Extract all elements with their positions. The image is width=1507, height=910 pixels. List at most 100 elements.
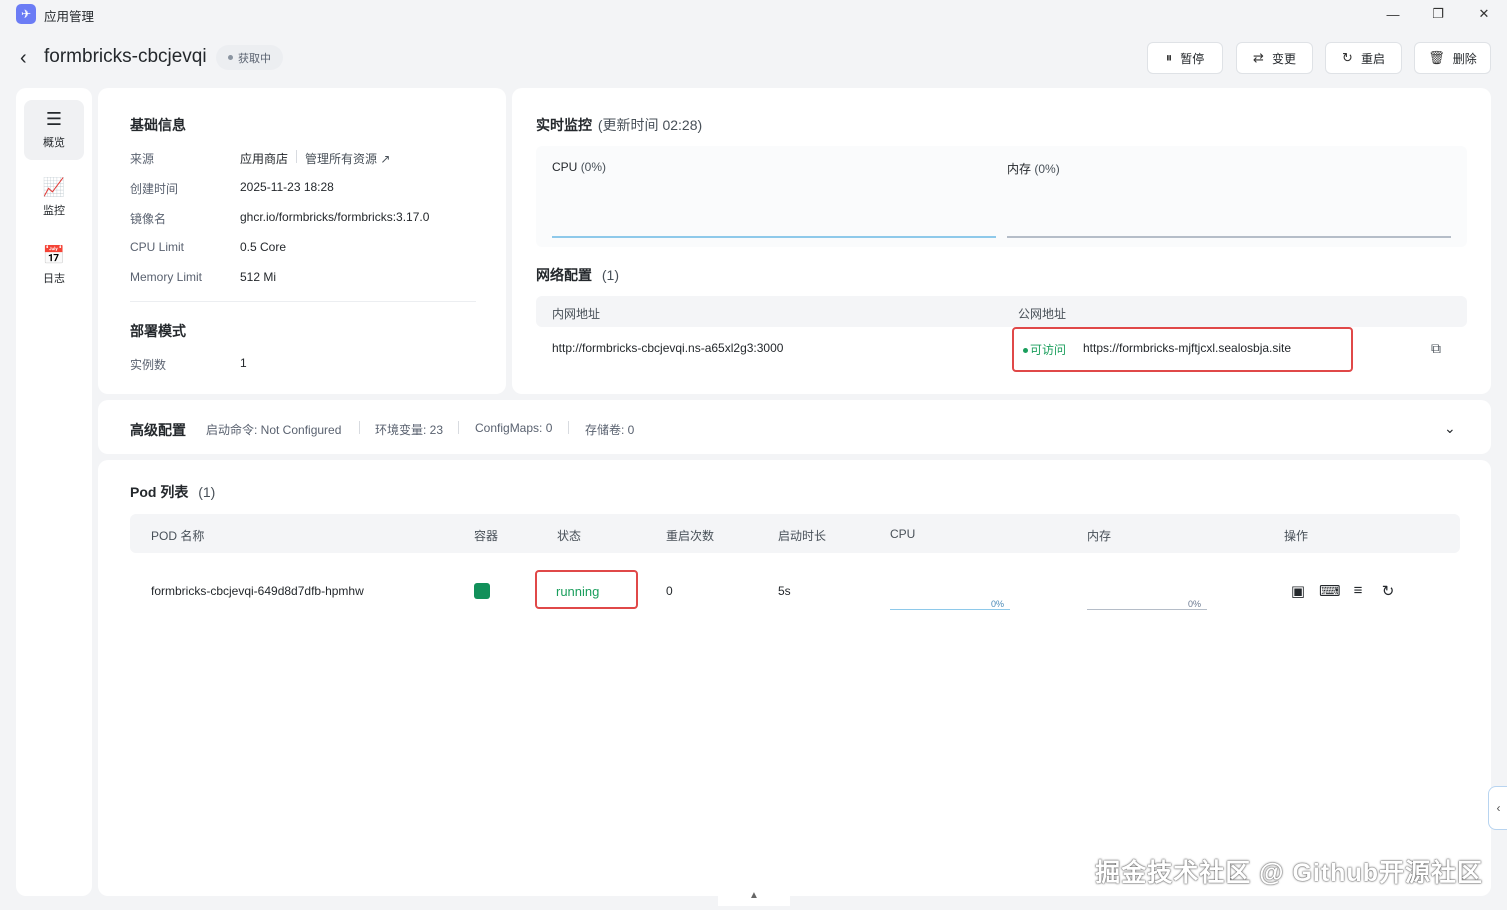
close-icon[interactable]: ✕: [1472, 4, 1496, 24]
env-vars-info: 环境变量: 23: [375, 423, 444, 437]
collapse-up-icon[interactable]: ▲: [718, 884, 790, 906]
internal-address-header: 内网地址: [552, 307, 601, 321]
created-label: 创建时间: [130, 182, 179, 196]
monitor-title-text: 实时监控: [536, 117, 592, 133]
column-header: CPU: [890, 527, 916, 541]
app-logo-icon: ✈: [16, 4, 36, 24]
pod-restarts: 0: [666, 584, 673, 598]
memory-limit-label: Memory Limit: [130, 270, 203, 284]
delete-label: 删除: [1452, 51, 1477, 66]
divider: [296, 150, 297, 163]
sidebar-item-overview[interactable]: ☰ 概览: [24, 100, 84, 160]
sidebar: ☰ 概览 📈 监控 📅 日志: [16, 88, 92, 896]
swap-icon: ⇄: [1253, 50, 1264, 65]
restart-label: 重启: [1360, 51, 1385, 66]
memory-limit-value: 512 Mi: [240, 270, 277, 284]
column-header: POD 名称: [151, 529, 205, 543]
back-arrow-icon[interactable]: ‹: [20, 47, 27, 70]
trash-icon: 🗑: [1428, 50, 1445, 65]
mem-chart-label-text: 内存: [1007, 162, 1032, 176]
cpu-chart-line: [552, 236, 996, 238]
pod-mem-value: 0%: [1188, 599, 1202, 609]
pod-cpu-value: 0%: [991, 599, 1005, 609]
internal-address-value[interactable]: http://formbricks-cbcjevqi.ns-a65xl2g3:3…: [552, 341, 783, 355]
status-dot-icon: [228, 55, 233, 60]
column-header: 内存: [1087, 529, 1112, 543]
created-value: 2025-11-23 18:28: [240, 180, 334, 194]
side-panel-toggle-icon[interactable]: ‹: [1488, 786, 1507, 830]
cpu-limit-value: 0.5 Core: [240, 240, 287, 254]
public-status-text: 可访问: [1030, 343, 1067, 357]
list-icon[interactable]: ≡: [1349, 582, 1367, 599]
terminal-icon[interactable]: ⌨: [1319, 582, 1341, 600]
network-table-header: [536, 296, 1467, 327]
sidebar-item-monitor[interactable]: 📈 监控: [24, 168, 84, 228]
restart-button[interactable]: ↻ 重启: [1325, 42, 1402, 74]
change-button[interactable]: ⇄ 变更: [1236, 42, 1313, 74]
source-label: 来源: [130, 152, 155, 166]
status-text: 获取中: [238, 52, 271, 65]
network-title-text: 网络配置: [536, 267, 592, 283]
log-icon: 📅: [42, 245, 66, 265]
pod-list-title-text: Pod 列表: [130, 484, 189, 500]
chevron-down-icon[interactable]: ⌄: [1444, 420, 1456, 437]
instances-value: 1: [240, 356, 247, 370]
pod-name: formbricks-cbcjevqi-649d8d7dfb-hpmhw: [151, 584, 364, 598]
column-header: 操作: [1284, 529, 1309, 543]
app-name-title: formbricks-cbcjevqi: [44, 46, 207, 67]
image-value: ghcr.io/formbricks/formbricks:3.17.0: [240, 210, 430, 224]
source-value: 应用商店: [240, 152, 289, 166]
watermark-text: 掘金技术社区 @ Github开源社区: [1095, 859, 1483, 887]
public-status-badge: 可访问: [1023, 341, 1066, 358]
divider: [458, 421, 459, 434]
pod-cpu-line: [890, 609, 1010, 610]
pod-uptime: 5s: [778, 584, 791, 598]
divider: [359, 421, 360, 434]
column-header: 重启次数: [666, 529, 715, 543]
restart-icon: ↻: [1342, 50, 1353, 65]
pod-list-title: Pod 列表 (1): [130, 482, 215, 502]
container-status-icon[interactable]: [474, 583, 490, 599]
cpu-chart-label: CPU (0%): [552, 160, 606, 174]
pause-button[interactable]: ⏸ 暂停: [1147, 42, 1223, 74]
mem-chart-value: (0%): [1034, 162, 1060, 176]
public-address-link[interactable]: https://formbricks-mjftjcxl.sealosbja.si…: [1083, 341, 1291, 355]
deploy-mode-title: 部署模式: [130, 323, 186, 339]
network-title: 网络配置 (1): [536, 265, 619, 285]
monitor-chart-area: [536, 146, 1467, 247]
sidebar-item-label: 概览: [43, 137, 65, 149]
cpu-limit-label: CPU Limit: [130, 240, 185, 254]
pod-mem-line: [1087, 609, 1207, 610]
monitor-update-time: (更新时间 02:28): [597, 117, 703, 133]
mem-chart-label: 内存 (0%): [1007, 160, 1060, 177]
instances-label: 实例数: [130, 358, 167, 372]
restore-icon[interactable]: ❐: [1426, 4, 1450, 24]
change-label: 变更: [1271, 51, 1296, 66]
minimize-icon[interactable]: —: [1381, 4, 1405, 24]
copy-icon[interactable]: ⧉: [1431, 340, 1441, 357]
pod-count: (1): [198, 484, 216, 500]
monitor-title: 实时监控 (更新时间 02:28): [536, 115, 702, 135]
pause-icon: ⏸: [1165, 50, 1173, 65]
restart-icon[interactable]: ↻: [1379, 582, 1397, 600]
storage-info: 存储卷: 0: [585, 423, 635, 437]
basic-info-title: 基础信息: [130, 117, 186, 133]
sidebar-item-label: 监控: [43, 205, 65, 217]
pause-label: 暂停: [1180, 51, 1205, 66]
cpu-chart-value: (0%): [580, 160, 607, 174]
column-header: 容器: [474, 529, 499, 543]
status-badge: 获取中: [216, 45, 283, 70]
start-command-info: 启动命令: Not Configured: [206, 423, 342, 437]
manage-resources-link[interactable]: 管理所有资源 ↗: [305, 150, 390, 167]
advanced-config-title: 高级配置: [130, 422, 186, 438]
image-label: 镜像名: [130, 212, 167, 226]
sidebar-item-logs[interactable]: 📅 日志: [24, 236, 84, 296]
divider: [568, 421, 569, 434]
mem-chart-line: [1007, 236, 1451, 238]
public-address-header: 公网地址: [1018, 307, 1067, 321]
overview-icon: ☰: [45, 109, 63, 129]
delete-button[interactable]: 🗑 删除: [1414, 42, 1491, 74]
manage-resources-label: 管理所有资源: [305, 152, 378, 166]
pod-status: running: [556, 584, 600, 599]
calendar-icon[interactable]: ▣: [1289, 582, 1307, 600]
